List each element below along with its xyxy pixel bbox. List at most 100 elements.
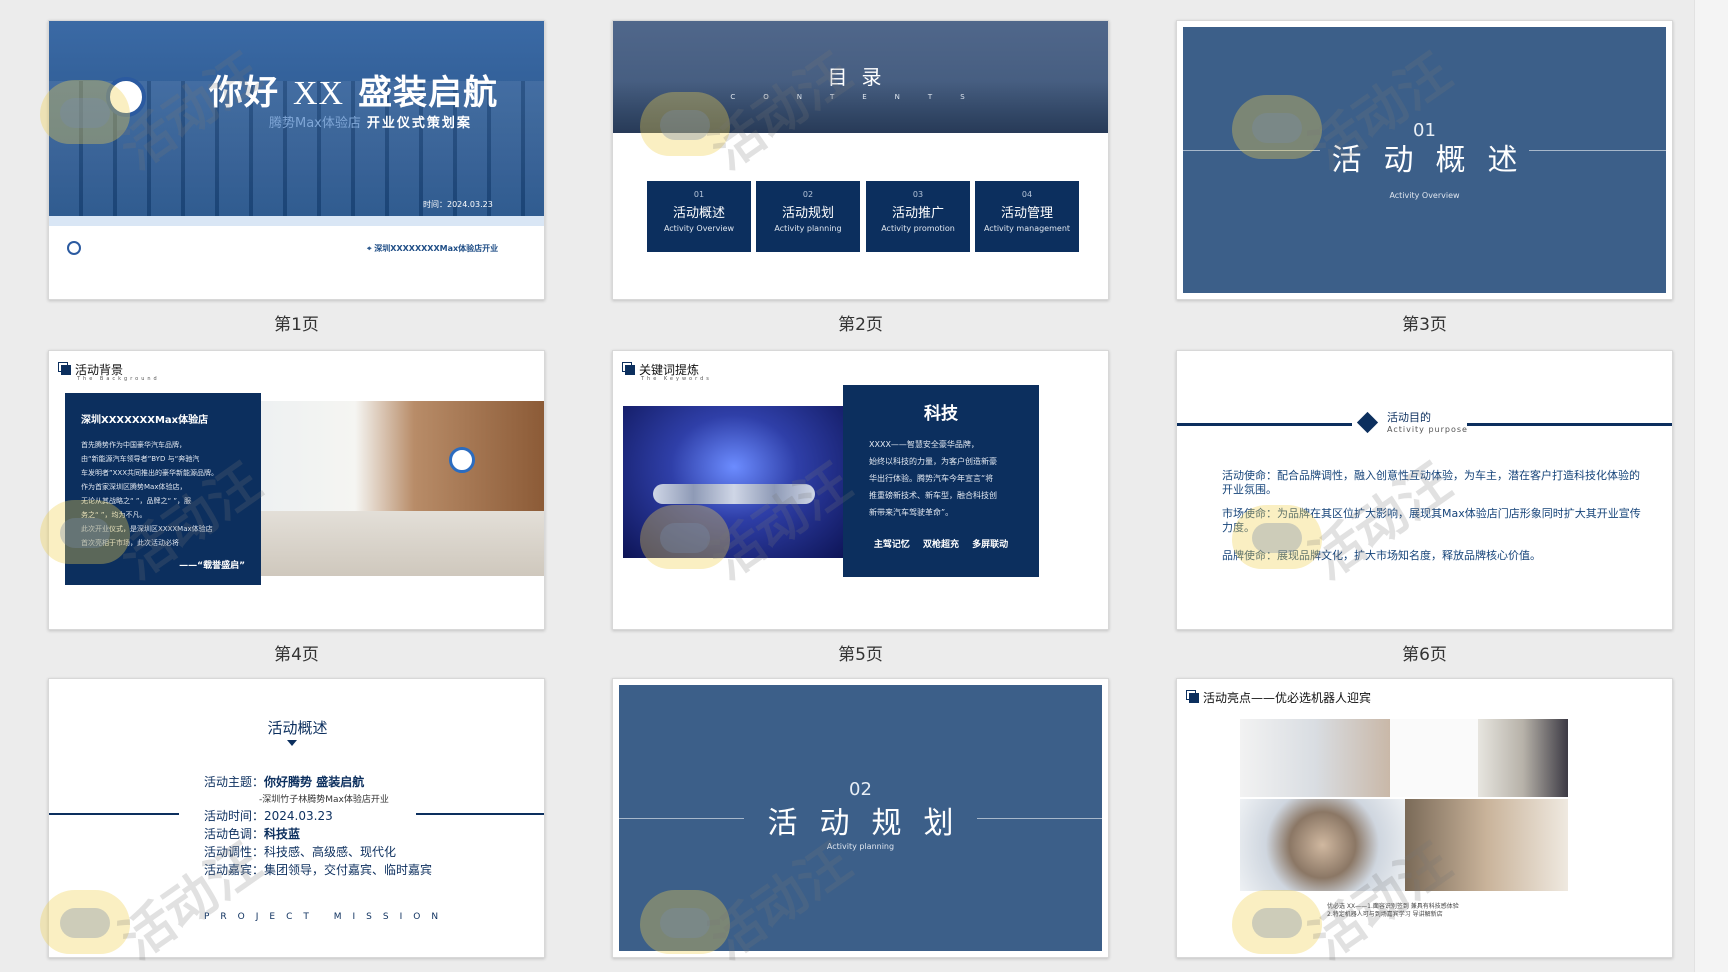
section-subtitle: Activity Overview [1389, 191, 1460, 200]
scrollbar-rail[interactable] [1694, 0, 1728, 972]
divider-left [49, 813, 179, 815]
slide-thumbnail-2[interactable]: 目录 CONTENTS 01 活动概述 Activity Overview 02… [612, 20, 1109, 335]
toc-item-en: Activity management [983, 224, 1071, 233]
keyword-line: 华出行体验。腾势汽车今年宣言“将 [869, 474, 994, 483]
slide-thumbnail-1[interactable]: 你好 XX 盛装启航 腾势Max体验店 开业仪式策划案 时间：2024.03.23 ⌖… [48, 20, 545, 335]
launch-stage-photo [623, 406, 845, 558]
background-card: 深圳XXXXXXXMax体验店 首先腾势作为中国豪华汽车品牌， 由“新能源汽车领… [65, 393, 261, 585]
slide-thumbnail-4[interactable]: 活动背景 The Background 深圳XXXXXXXMax体验店 首先腾势… [48, 350, 545, 665]
slide-title: 你好 XX 盛装启航 [209, 65, 498, 114]
toc-item-title: 活动管理 [1000, 206, 1053, 221]
toc-item-2: 02 活动规划 Activity planning [756, 181, 860, 252]
toc-contents-label: CONTENTS [730, 93, 993, 101]
slide-8-preview[interactable]: 02 活动规划 Activity planning [612, 678, 1109, 958]
slide-subtitle: 腾势Max体验店 开业仪式策划案 [269, 112, 472, 131]
triangle-down-icon [287, 740, 297, 746]
toc-item-title: 活动规划 [781, 206, 834, 221]
divider-left [1177, 423, 1352, 426]
keyword-line: 新带来汽车驾驶革命”。 [869, 508, 954, 517]
slide-3-preview[interactable]: 01 活动概述 Activity Overview [1176, 20, 1673, 300]
subtitle-store: 腾势Max体验店 [269, 116, 361, 131]
section-header-label: 活动背景 [75, 363, 124, 377]
slide-6-preview[interactable]: 活动目的 Activity purpose 活动使命：配合品牌调性，融入创意性互… [1176, 350, 1673, 630]
slide-1-preview[interactable]: 你好 XX 盛装启航 腾势Max体验店 开业仪式策划案 时间：2024.03.23 ⌖… [48, 20, 545, 300]
section-header-en: The Background [77, 376, 160, 382]
purpose-line-2: 市场使命：为品牌在其区位扩大影响，展现其Max体验店门店形象同时扩大其开业宣传力… [1222, 507, 1641, 534]
subtitle-plan: 开业仪式策划案 [366, 116, 472, 131]
toc-item-title: 活动概述 [672, 206, 725, 221]
card-line: 首次亮相于市场，此次活动必将 [81, 539, 179, 547]
toc-item-num: 01 [693, 190, 705, 199]
toc-item-title: 活动推广 [891, 206, 944, 221]
event-date: 时间：2024.03.23 [423, 200, 493, 209]
section-header-label: 活动亮点——优必选机器人迎宾 [1203, 691, 1372, 705]
time-value: 2024.03.23 [264, 809, 333, 823]
card-line: 作为首家深圳区腾势Max体验店， [81, 483, 187, 491]
card-line: 此次开业仪式，是深圳区XXXXMax体验店 [81, 525, 213, 533]
tone-value: 科技感、高级感、现代化 [264, 845, 397, 859]
section-subtitle: Activity planning [826, 842, 895, 851]
keyword-line: 推重磅新技术、新车型，融合科技创 [869, 491, 997, 500]
purpose-line-1: 活动使命：配合品牌调性，融入创意性互动体验，为车主，潜在客户打造科技化体验的开业… [1222, 469, 1640, 496]
slide-5-preview[interactable]: 关键词提炼 The Keywords 科技 XXXX——智慧安全豪华品牌， 始终… [612, 350, 1109, 630]
slide-9-preview[interactable]: 活动亮点——优必选机器人迎宾 优必选 XX——1.面容识别签到 兼具有科技感体验… [1176, 678, 1673, 958]
card-line: 务之“ ”，均为不凡。 [81, 511, 147, 519]
robot-service-photo [1478, 719, 1568, 797]
section-marker-icon [625, 365, 635, 375]
purpose-line-3: 品牌使命：展现品牌文化，扩大市场知名度，释放品牌核心价值。 [1222, 549, 1541, 562]
guest-row: 活动嘉宾：集团领导，交付嘉宾、临时嘉宾 [204, 861, 432, 878]
slide-caption-5: 第5页 [838, 645, 883, 665]
slide-caption-2: 第2页 [838, 315, 883, 335]
theme-label: 活动主题： [204, 775, 265, 789]
slide-thumbnail-7[interactable]: 活动概述 活动主题：你好腾势 盛装启航 -深圳竹子林腾势Max体验店开业 活动时… [48, 678, 545, 958]
guest-label: 活动嘉宾： [204, 863, 265, 877]
time-row: 活动时间：2024.03.23 [204, 807, 333, 824]
robot-reception-photo [1405, 799, 1568, 891]
overview-title: 活动概述 [267, 719, 328, 737]
keyword-line: 始终以科技的力量，为客户创造新豪 [869, 457, 997, 466]
toc-item-num: 04 [1021, 190, 1033, 199]
toc-item-en: Activity planning [774, 224, 842, 233]
toc-item-1: 01 活动概述 Activity Overview [647, 181, 751, 252]
purpose-subtitle: Activity purpose [1387, 425, 1468, 434]
robot-photo-grid [1240, 719, 1568, 891]
toc-item-en: Activity promotion [881, 224, 955, 233]
robot-caption-line: 2.特定机器人可与到场嘉宾学习 导讲解新店 [1327, 911, 1443, 918]
slide-caption-1: 第1页 [274, 315, 319, 335]
slide-thumbnail-5[interactable]: 关键词提炼 The Keywords 科技 XXXX——智慧安全豪华品牌， 始终… [612, 350, 1109, 665]
keyword-line: XXXX——智慧安全豪华品牌， [869, 440, 979, 449]
card-signature: ——“载誉盛启” [179, 561, 245, 571]
theme-row: 活动主题：你好腾势 盛装启航 [204, 773, 364, 790]
title-part-a: 你好 [209, 73, 279, 113]
toc-item-num: 02 [802, 190, 814, 199]
slide-2-preview[interactable]: 目录 CONTENTS 01 活动概述 Activity Overview 02… [612, 20, 1109, 300]
section-marker-icon [1189, 693, 1199, 703]
section-header-en: The Keywords [641, 376, 712, 382]
slide-7-preview[interactable]: 活动概述 活动主题：你好腾势 盛装启航 -深圳竹子林腾势Max体验店开业 活动时… [48, 678, 545, 958]
guest-value: 集团领导，交付嘉宾、临时嘉宾 [264, 863, 433, 877]
card-line: 无论从其战略之“ ”，品牌之“ ”，服 [81, 497, 191, 505]
slide-thumbnail-8[interactable]: 02 活动规划 Activity planning [612, 678, 1109, 958]
slide-4-preview[interactable]: 活动背景 The Background 深圳XXXXXXXMax体验店 首先腾势… [48, 350, 545, 630]
section-marker-icon [61, 365, 71, 375]
project-mission-label: PROJECT MISSION [204, 912, 450, 922]
color-label: 活动色调： [204, 827, 265, 841]
section-title: 活动概述 [1331, 143, 1540, 178]
title-xx: XX [293, 75, 345, 112]
card-body: 首先腾势作为中国豪华汽车品牌， 由“新能源汽车领导者”BYD 与“奔驰汽 车发明… [81, 438, 245, 550]
keyword-body: XXXX——智慧安全豪华品牌， 始终以科技的力量，为客户创造新豪 华出行体验。腾… [843, 436, 1039, 521]
section-header-label: 关键词提炼 [639, 363, 700, 377]
tone-row: 活动调性：科技感、高级感、现代化 [204, 843, 396, 860]
color-row: 活动色调：科技蓝 [204, 825, 300, 842]
theme-value: 你好腾势 盛装启航 [264, 775, 365, 789]
toc-item-3: 03 活动推广 Activity promotion [866, 181, 970, 252]
slide-thumbnail-3[interactable]: 01 活动概述 Activity Overview 第3页 [1176, 20, 1673, 335]
diamond-icon [1356, 411, 1379, 434]
hero-bottom-bar [49, 216, 544, 226]
slide-thumbnail-9[interactable]: 活动亮点——优必选机器人迎宾 优必选 XX——1.面容识别签到 兼具有科技感体验… [1176, 678, 1673, 958]
toc-item-4: 04 活动管理 Activity management [975, 181, 1079, 252]
title-part-b: 盛装启航 [358, 73, 499, 113]
slide-caption-3: 第3页 [1402, 315, 1447, 335]
slide-thumbnail-6[interactable]: 活动目的 Activity purpose 活动使命：配合品牌调性，融入创意性互… [1176, 350, 1673, 665]
keyword-tag: 主驾记忆 [873, 540, 910, 550]
